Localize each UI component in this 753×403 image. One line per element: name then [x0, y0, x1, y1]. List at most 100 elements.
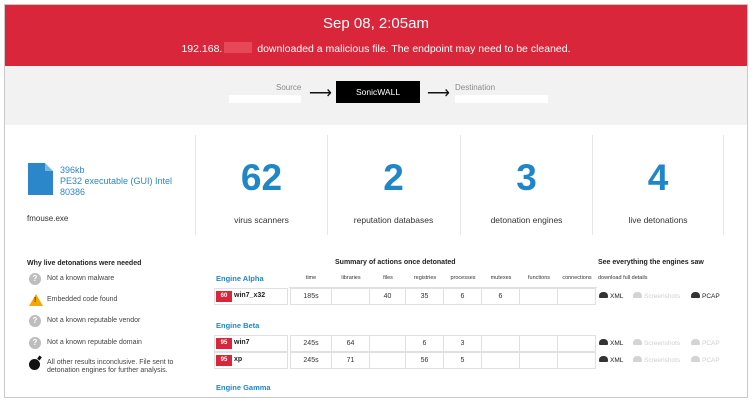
table-row: 95 win7 245s 64 6 3 XML Screenshots PCAP	[214, 335, 732, 352]
os-label: xp	[234, 356, 243, 363]
cell-functions	[520, 288, 558, 305]
download-screenshots-link: Screenshots	[633, 356, 680, 364]
cell-mutexes: 6	[482, 288, 520, 305]
downloads-title: See everything the engines saw	[598, 259, 704, 266]
cell-connections	[558, 335, 596, 352]
cell-libraries: 64	[332, 335, 370, 352]
file-size: 396kb	[60, 165, 85, 175]
cell-mutexes	[482, 352, 520, 369]
column-header-time: time	[305, 275, 317, 281]
table-row: 60 win7_x32 185s 40 35 6 6 XML Screensho…	[214, 288, 732, 305]
question-icon: ?	[29, 337, 41, 349]
download-pcap-link: PCAP	[691, 339, 720, 347]
cloud-download-icon	[633, 356, 642, 362]
cell-processes: 6	[444, 288, 482, 305]
column-header-files: files	[383, 275, 393, 281]
cell-registries: 35	[406, 288, 444, 305]
question-icon: ?	[29, 315, 41, 327]
score-badge: 95	[216, 338, 232, 349]
column-header-connections: connections	[562, 275, 592, 281]
stat-label: live detonations	[628, 215, 688, 225]
column-header-processes: processes	[450, 275, 476, 281]
arrow-right-icon: ⟶	[427, 85, 450, 102]
ip-prefix: 192.168.	[181, 43, 223, 55]
cell-mutexes	[482, 335, 520, 352]
sonicwall-device: SonicWALL	[336, 81, 420, 103]
stat-label: virus scanners	[234, 215, 289, 225]
reason-text: All other results inconclusive. File sen…	[47, 359, 174, 374]
cloud-download-icon	[633, 292, 642, 298]
cell-processes: 3	[444, 335, 482, 352]
cell-libraries: 71	[332, 352, 370, 369]
reason-text: Embedded code found	[47, 296, 118, 303]
cloud-download-icon	[599, 292, 608, 298]
cell-time: 185s	[290, 288, 332, 305]
stat-value: 62	[240, 157, 283, 198]
stat-label: reputation databases	[353, 215, 434, 225]
file-details: 396kb PE32 executable (GUI) Intel 80386	[60, 165, 180, 198]
column-header-libraries: libraries	[341, 275, 361, 281]
warning-icon: !	[29, 294, 43, 306]
reason-text: Not a known reputable vendor	[47, 317, 141, 324]
os-label: win7_x32	[234, 292, 266, 299]
redacted-ip-block	[224, 42, 253, 53]
column-header-mutexes: mutexes	[490, 275, 512, 281]
download-xml-link[interactable]: XML	[599, 339, 623, 347]
stat-value: 4	[647, 157, 669, 198]
download-screenshots-link: Screenshots	[633, 339, 680, 347]
cell-files: 40	[370, 288, 406, 305]
stat-reputation-databases: 2 reputation databases	[327, 135, 459, 235]
alert-banner: Sep 08, 2:05am 192.168. downloaded a mal…	[5, 5, 747, 66]
cell-files	[370, 335, 406, 352]
cell-functions	[520, 335, 558, 352]
download-xml-link[interactable]: XML	[599, 292, 623, 300]
os-label: win7	[234, 339, 250, 346]
cell-processes: 5	[444, 352, 482, 369]
stat-virus-scanners: 62 virus scanners	[195, 135, 327, 235]
download-pcap-link[interactable]: PCAP	[691, 292, 720, 300]
cloud-download-icon	[691, 356, 700, 362]
source-label: Source	[276, 83, 302, 92]
download-screenshots-link: Screenshots	[633, 292, 680, 300]
source-value-redacted	[229, 95, 301, 103]
cloud-download-icon	[599, 339, 608, 345]
downloads-subtitle: download full details	[598, 275, 648, 281]
stat-value: 3	[516, 157, 537, 198]
stat-live-detonations: 4 live detonations	[592, 135, 724, 235]
file-icon	[28, 163, 53, 195]
stat-value: 2	[383, 157, 404, 198]
cell-connections	[558, 352, 596, 369]
engine-gamma-title: Engine Gamma	[216, 383, 271, 392]
file-type: PE32 executable (GUI) Intel 80386	[60, 176, 173, 197]
cell-files	[370, 352, 406, 369]
score-badge: 95	[216, 355, 232, 366]
cell-registries: 56	[406, 352, 444, 369]
engine-beta-title: Engine Beta	[216, 321, 260, 330]
cloud-download-icon	[691, 339, 700, 345]
summary-title: Summary of actions once detonated	[335, 259, 456, 266]
cloud-download-icon	[633, 339, 642, 345]
table-row: 95 xp 245s 71 56 5 XML Screenshots PCAP	[214, 352, 732, 369]
cloud-download-icon	[599, 356, 608, 362]
destination-value-redacted	[455, 95, 548, 103]
reasons-title: Why live detonations were needed	[27, 260, 142, 267]
stat-detonation-engines: 3 detonation engines	[460, 135, 592, 235]
arrow-right-icon: ⟶	[309, 85, 332, 102]
column-header-functions: functions	[527, 275, 550, 281]
cell-functions	[520, 352, 558, 369]
alert-message-text: downloaded a malicious file. The endpoin…	[257, 43, 571, 55]
cell-libraries	[332, 288, 370, 305]
download-xml-link[interactable]: XML	[599, 356, 623, 364]
reason-text: Not a known malware	[47, 275, 115, 282]
stat-label: detonation engines	[490, 215, 563, 225]
traffic-flow: Source ⟶ SonicWALL ⟶ Destination	[5, 66, 747, 125]
alert-message: 192.168. downloaded a malicious file. Th…	[5, 42, 747, 55]
column-header-registries: registries	[413, 275, 437, 281]
question-icon: ?	[29, 273, 41, 285]
reason-text: Not a known reputable domain	[47, 339, 142, 346]
engine-alpha-title: Engine Alpha	[216, 274, 264, 283]
cell-connections	[558, 288, 596, 305]
cell-time: 245s	[290, 352, 332, 369]
cell-registries: 6	[406, 335, 444, 352]
cloud-download-icon	[691, 292, 700, 298]
